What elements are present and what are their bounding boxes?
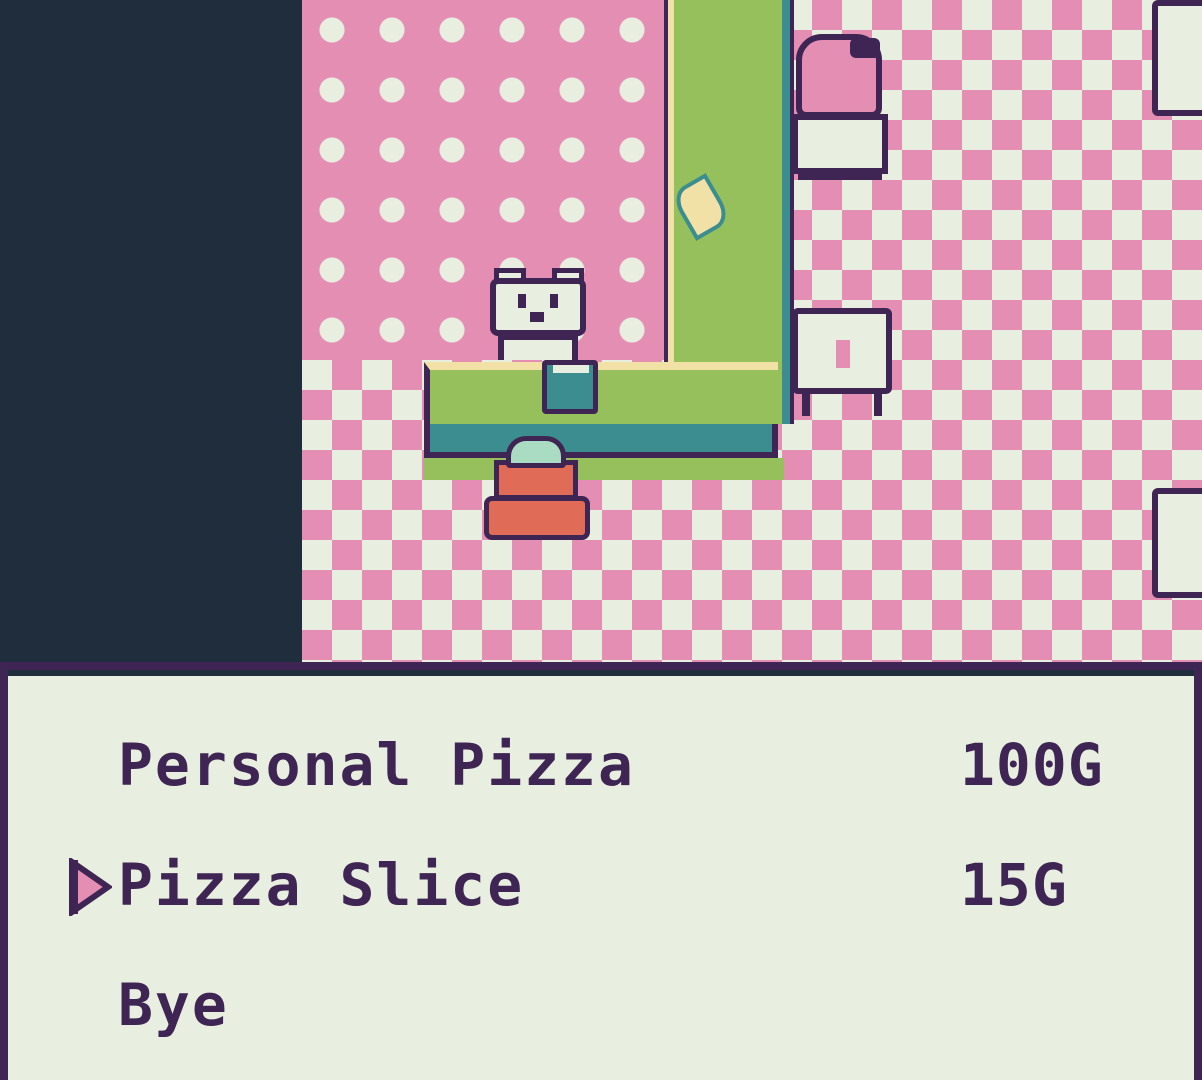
menu-item-label: Bye — [118, 971, 229, 1039]
menu-item-label: Personal Pizza — [118, 731, 635, 799]
triangle-right-icon — [69, 858, 112, 916]
arcade-machine[interactable] — [792, 308, 892, 416]
menu-item-pizza-slice[interactable]: Pizza Slice 15G — [8, 846, 1194, 916]
shop-counter-horizontal — [424, 362, 778, 424]
mug-icon — [542, 360, 598, 414]
menu-item-price: 100G — [960, 731, 1104, 799]
shopkeeper-npc[interactable] — [490, 268, 586, 360]
player-character — [484, 436, 590, 540]
edge-npc-bottom — [1152, 488, 1202, 598]
shop-counter-front — [424, 424, 778, 458]
menu-item-label: Pizza Slice — [118, 851, 525, 919]
menu-item-personal-pizza[interactable]: Personal Pizza 100G — [8, 726, 1194, 796]
menu-item-bye[interactable]: Bye — [8, 966, 1194, 1036]
shop-menu-dialog: Personal Pizza 100G Pizza Slice 15G Bye — [0, 662, 1202, 1080]
edge-npc-top — [1152, 0, 1202, 116]
out-of-bounds-area — [0, 0, 302, 662]
menu-item-price: 15G — [960, 851, 1068, 919]
counter-shadow — [424, 458, 784, 480]
game-world — [0, 0, 1202, 662]
dotted-carpet — [302, 0, 670, 360]
pig-customer-npc[interactable] — [792, 18, 888, 180]
